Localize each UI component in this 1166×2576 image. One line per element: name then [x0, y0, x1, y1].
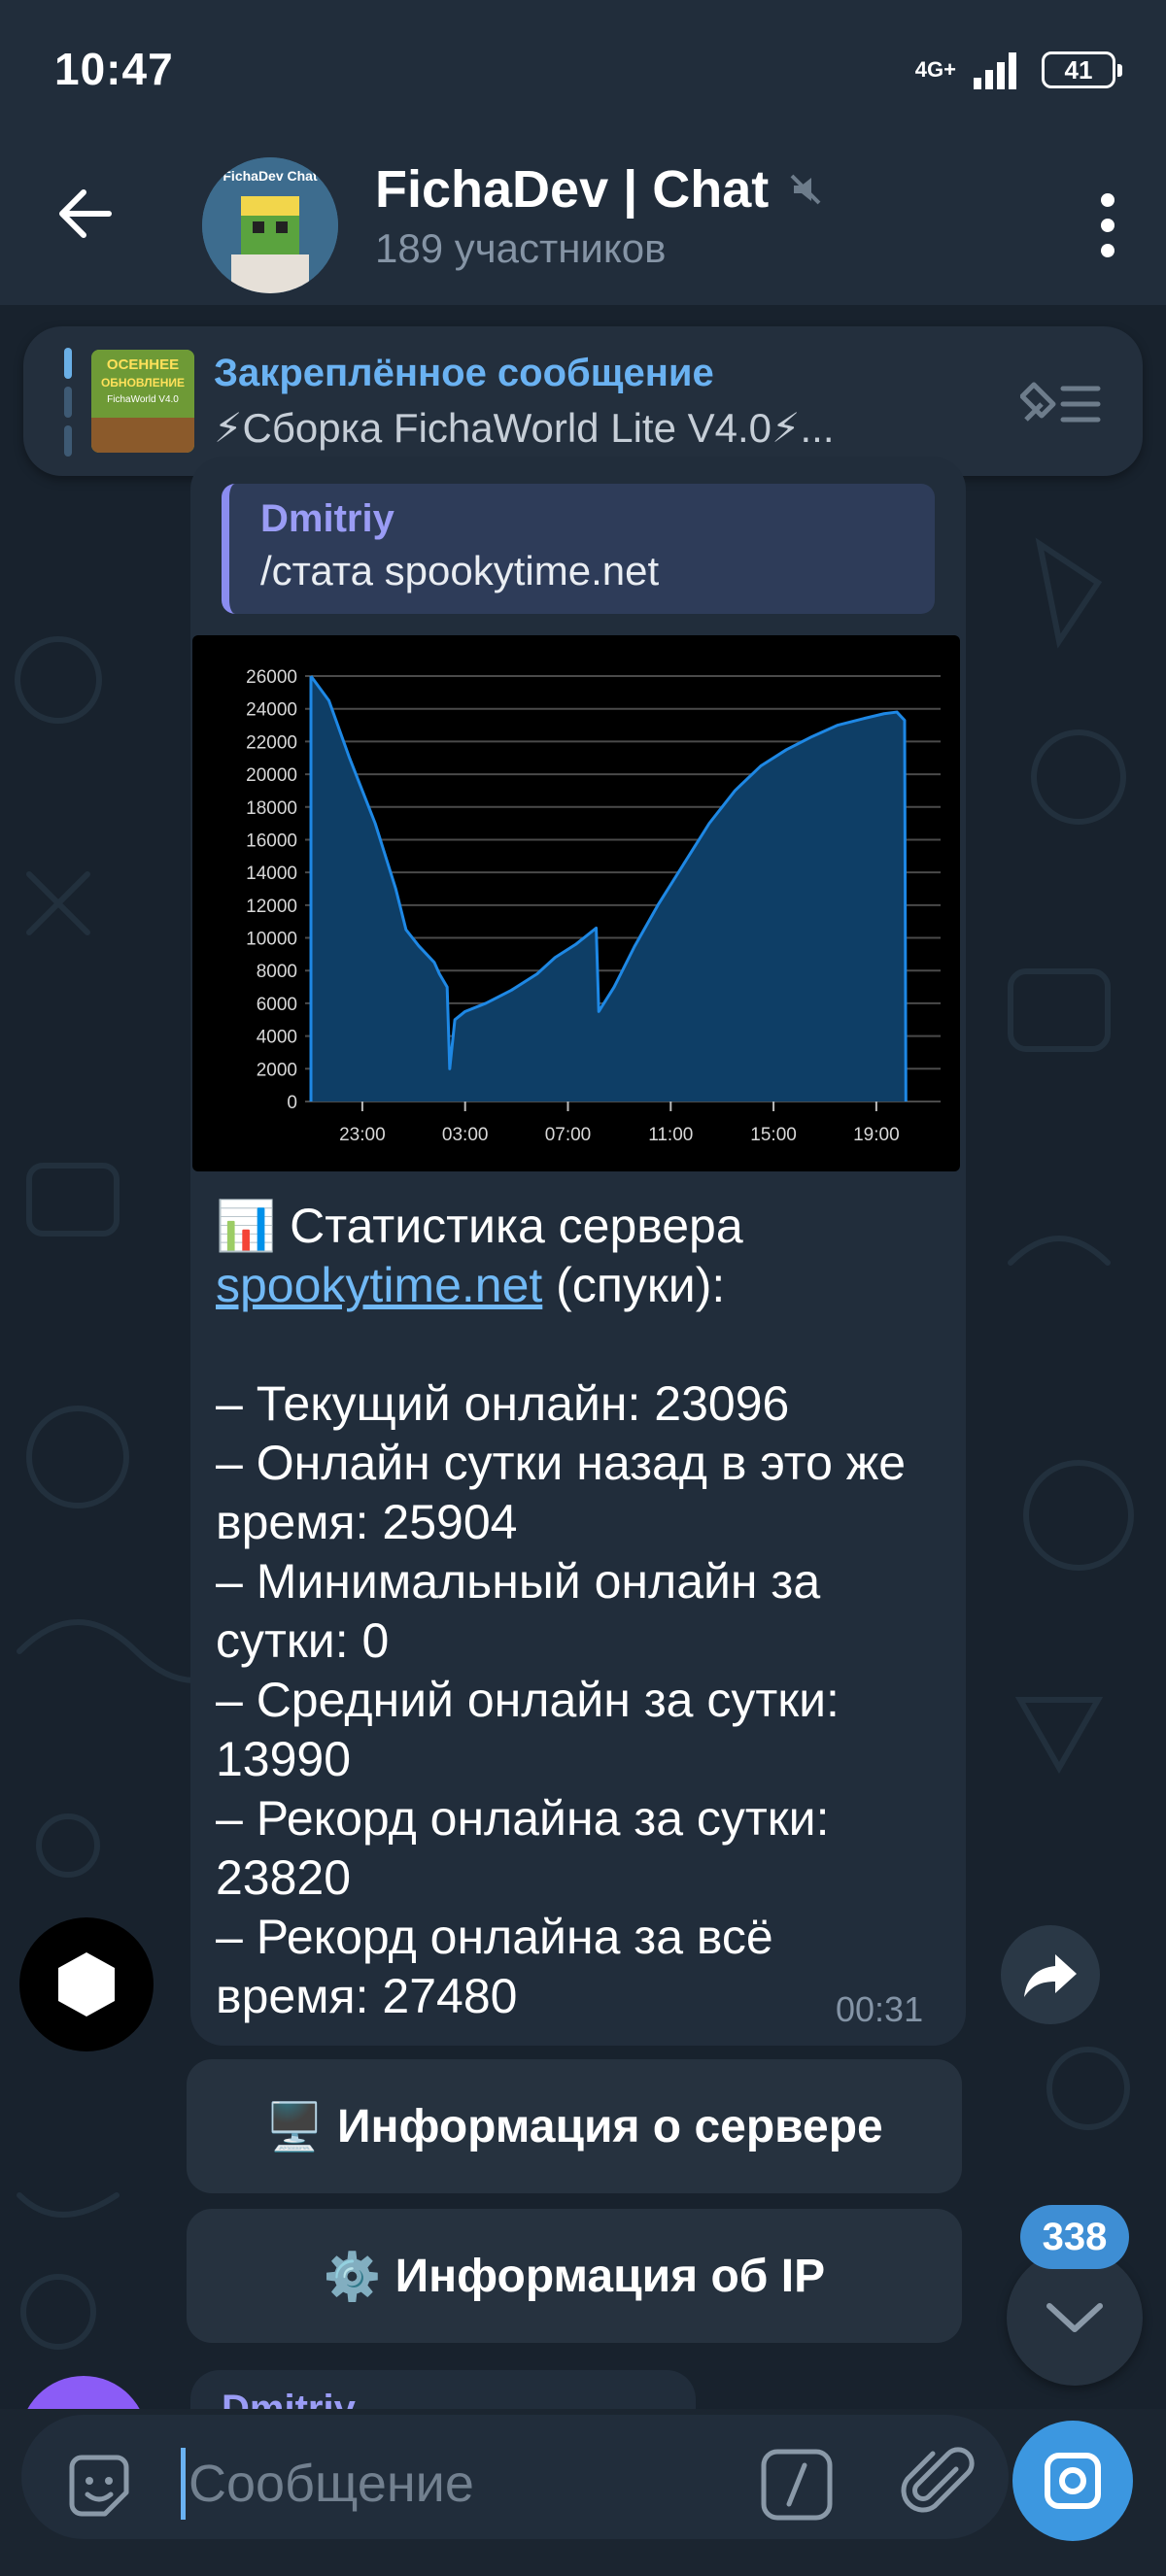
x-tick-label: 15:00 — [750, 1125, 797, 1145]
chat-header: FichaDev Chat FichaDev | Chat 189 участн… — [0, 144, 1166, 305]
y-tick-label: 12000 — [246, 897, 297, 917]
more-options-icon[interactable] — [1096, 186, 1119, 264]
hexagon-icon — [58, 1952, 115, 2017]
server-link[interactable]: spookytime.net — [216, 1258, 542, 1312]
gear-icon: ⚙️ — [323, 2251, 382, 2303]
camera-button[interactable] — [1012, 2421, 1133, 2541]
group-avatar[interactable]: FichaDev Chat — [202, 157, 338, 293]
ip-info-label: Информация об IP — [394, 2250, 826, 2302]
network-indicator: 4G+ — [914, 57, 956, 82]
series-area — [311, 676, 907, 1102]
server-link-suffix: (спуки): — [542, 1258, 726, 1312]
y-tick-label: 22000 — [246, 732, 297, 753]
pinned-indicator — [64, 348, 72, 457]
y-tick-label: 2000 — [257, 1060, 297, 1080]
y-tick-label: 26000 — [246, 667, 297, 688]
attach-icon[interactable] — [896, 2440, 985, 2529]
member-count: 189 участников — [375, 225, 667, 271]
share-icon — [1024, 1954, 1077, 1997]
y-tick-label: 10000 — [246, 930, 297, 950]
x-tick-label: 07:00 — [545, 1125, 592, 1145]
pinned-thumbnail: ОСЕННЕЕ ОБНОВЛЕНИЕ FichaWorld V4.0 — [91, 350, 194, 453]
y-tick-label: 4000 — [257, 1028, 297, 1048]
stat-day-record: – Рекорд онлайна за сутки: 23820 — [216, 1791, 830, 1905]
camera-icon — [1045, 2453, 1101, 2509]
avatar-image: FichaDev Chat — [202, 157, 338, 293]
reply-text: /стата spookytime.net — [260, 548, 660, 593]
reply-quote[interactable]: Dmitriy /стата spookytime.net — [222, 484, 935, 614]
unread-count-badge: 338 — [1020, 2205, 1129, 2269]
bot-commands-icon[interactable] — [758, 2446, 836, 2524]
stat-all-time-record: – Рекорд онлайна за всё время: 27480 — [216, 1910, 773, 2023]
pinned-thumbnail-image: ОСЕННЕЕ ОБНОВЛЕНИЕ FichaWorld V4.0 — [91, 350, 194, 453]
avatar-caption: FichaDev Chat — [223, 168, 318, 184]
stat-online-yesterday: – Онлайн сутки назад в это же время: 259… — [216, 1436, 907, 1549]
message-time: 00:31 — [836, 1989, 924, 2029]
x-tick-label: 19:00 — [853, 1125, 900, 1145]
online-chart[interactable]: 0 2000 4000 6000 8000 10000 12000 14000 16000 180… — [192, 635, 960, 1171]
y-tick-label: 8000 — [257, 962, 297, 982]
pinned-list-icon[interactable] — [1020, 373, 1102, 431]
y-tick-label: 6000 — [257, 995, 297, 1015]
pinned-message-bar[interactable]: ОСЕННЕЕ ОБНОВЛЕНИЕ FichaWorld V4.0 Закре… — [23, 326, 1143, 476]
message-input[interactable] — [187, 2444, 735, 2524]
stat-avg-online: – Средний онлайн за сутки: 13990 — [216, 1673, 840, 1786]
y-tick-label: 0 — [287, 1093, 297, 1113]
x-tick-label: 23:00 — [339, 1125, 386, 1145]
signal-icon — [974, 52, 1016, 89]
clock: 10:47 — [54, 44, 174, 94]
thumb-line-1: ОСЕННЕЕ — [107, 356, 179, 373]
pinned-text: ⚡Сборка FichaWorld Lite V4.0⚡... — [214, 405, 835, 451]
y-tick-label: 24000 — [246, 700, 297, 721]
stat-min-online: – Минимальный онлайн за сутки: 0 — [216, 1554, 821, 1668]
sticker-icon[interactable] — [60, 2448, 138, 2525]
status-bar: 10:47 4G+ 41 — [0, 0, 1166, 144]
chat-title[interactable]: FichaDev | Chat — [375, 159, 825, 220]
muted-icon — [790, 174, 821, 205]
message-text: 📊 Статистика сервера spookytime.net (спук… — [216, 1197, 935, 2026]
stats-intro: 📊 Статистика сервера — [216, 1199, 743, 1253]
floating-overlay-button[interactable] — [19, 1917, 154, 2051]
server-info-button[interactable]: 🖥️ Информация о сервере — [187, 2059, 962, 2193]
y-tick-label: 20000 — [246, 765, 297, 786]
chevron-down-icon — [1046, 2303, 1103, 2332]
text-cursor — [181, 2448, 186, 2520]
stat-current-online: – Текущий онлайн: 23096 — [216, 1376, 790, 1431]
scroll-down-button[interactable] — [1007, 2250, 1143, 2386]
reply-author: Dmitriy — [260, 497, 394, 540]
x-tick-label: 11:00 — [648, 1125, 693, 1145]
chat-title-text: FichaDev | Chat — [375, 160, 770, 219]
x-tick-label: 03:00 — [442, 1125, 489, 1145]
thumb-line-2: ОБНОВЛЕНИЕ — [101, 376, 185, 390]
back-arrow-icon[interactable] — [54, 183, 117, 245]
computer-icon: 🖥️ — [265, 2101, 324, 2153]
pinned-title: Закреплённое сообщение — [214, 352, 714, 394]
y-tick-label: 16000 — [246, 830, 297, 851]
y-tick-label: 18000 — [246, 798, 297, 819]
battery-indicator: 41 — [1042, 51, 1122, 88]
forward-button[interactable] — [1001, 1925, 1100, 2024]
online-chart-plot: 0 2000 4000 6000 8000 10000 12000 14000 16000 180… — [246, 667, 941, 1145]
thumb-line-3: FichaWorld V4.0 — [107, 394, 179, 405]
server-info-label: Информация о сервере — [337, 2100, 883, 2152]
stats-intro-line: 📊 Статистика сервера spookytime.net (спук… — [216, 1197, 935, 1315]
status-icons: 4G+ 41 — [914, 51, 1122, 89]
y-tick-label: 14000 — [246, 864, 297, 884]
ip-info-button[interactable]: ⚙️ Информация об IP — [187, 2209, 962, 2343]
